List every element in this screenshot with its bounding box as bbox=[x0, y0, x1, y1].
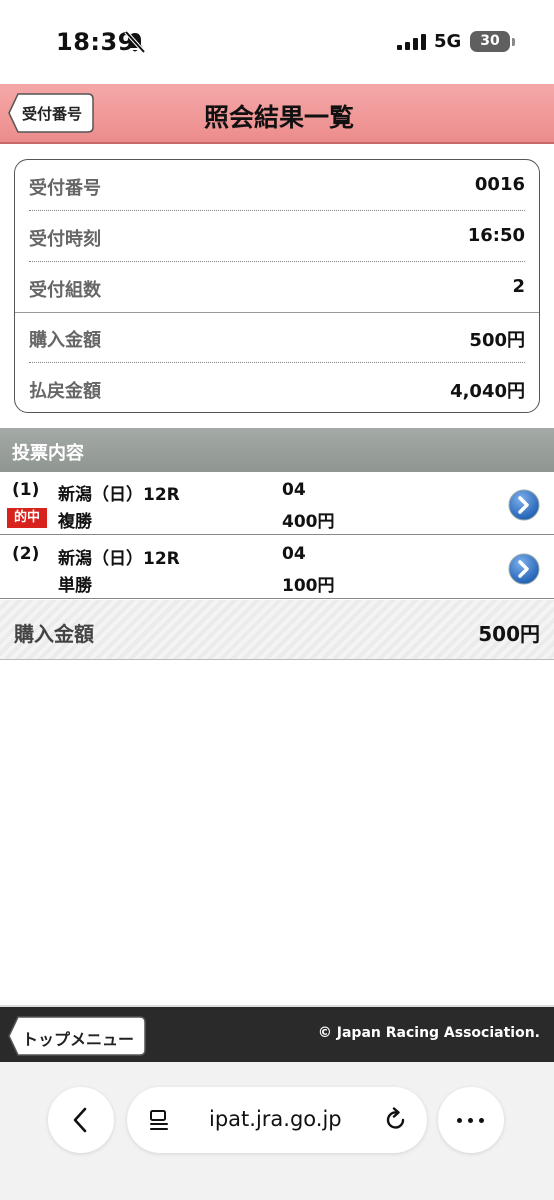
summary-row-set-count: 受付組数 2 bbox=[29, 262, 525, 312]
reload-icon[interactable] bbox=[383, 1107, 409, 1133]
summary-label: 払戻金額 bbox=[29, 381, 101, 402]
more-dot-icon bbox=[479, 1118, 484, 1123]
summary-label: 受付番号 bbox=[29, 178, 101, 199]
section-header: 投票内容 bbox=[0, 428, 554, 472]
more-dot-icon bbox=[457, 1118, 462, 1123]
bet-type: 複勝 bbox=[58, 512, 92, 532]
bet-number: (1) bbox=[12, 480, 40, 500]
hit-badge: 的中 bbox=[7, 508, 47, 528]
network-type: 5G bbox=[434, 31, 462, 52]
summary-label: 購入金額 bbox=[29, 330, 101, 351]
bet-type: 単勝 bbox=[58, 576, 92, 596]
summary-value: 4,040円 bbox=[450, 381, 525, 402]
status-bar: 18:39 5G 30 bbox=[0, 0, 554, 84]
browser-toolbar: ipat.jra.go.jp bbox=[0, 1062, 554, 1200]
footer: トップメニュー © Japan Racing Association. bbox=[0, 1005, 554, 1062]
chevron-left-icon bbox=[73, 1107, 87, 1133]
address-bar[interactable]: ipat.jra.go.jp bbox=[127, 1087, 427, 1153]
summary-value: 2 bbox=[512, 276, 525, 297]
bell-muted-icon bbox=[124, 30, 146, 54]
summary-row-purchase-amount: 購入金額 500円 bbox=[29, 312, 525, 362]
page-title: 照会結果一覧 bbox=[203, 103, 354, 132]
copyright-text: © Japan Racing Association. bbox=[317, 1025, 540, 1041]
bet-amount: 400円 bbox=[282, 512, 335, 532]
more-menu-button[interactable] bbox=[438, 1087, 504, 1153]
chevron-right-circle-icon[interactable] bbox=[508, 489, 540, 521]
signal-icon bbox=[397, 34, 426, 50]
url-text: ipat.jra.go.jp bbox=[209, 1107, 342, 1131]
bet-row[interactable]: (2) 新潟（日）12R 単勝 04 100円 bbox=[0, 536, 554, 599]
page-header: 受付番号 照会結果一覧 bbox=[0, 84, 554, 144]
bet-horse-number: 04 bbox=[282, 480, 306, 500]
summary-value: 16:50 bbox=[467, 225, 525, 246]
top-menu-label: トップメニュー bbox=[22, 1030, 135, 1049]
bet-amount: 100円 bbox=[282, 576, 335, 596]
page-menu-icon bbox=[150, 1110, 168, 1130]
summary-row-receipt-no: 受付番号 0016 bbox=[29, 160, 525, 210]
browser-back-button[interactable] bbox=[48, 1087, 114, 1153]
more-dot-icon bbox=[468, 1118, 473, 1123]
summary-value: 0016 bbox=[474, 174, 525, 195]
bet-number: (2) bbox=[12, 544, 40, 564]
bet-venue: 新潟（日）12R bbox=[58, 485, 180, 505]
total-bar: 購入金額 500円 bbox=[0, 600, 554, 660]
battery-icon: 30 bbox=[470, 31, 510, 52]
section-title: 投票内容 bbox=[12, 443, 84, 464]
bet-venue: 新潟（日）12R bbox=[58, 549, 180, 569]
summary-value: 500円 bbox=[469, 330, 525, 351]
total-label: 購入金額 bbox=[14, 622, 94, 646]
total-value: 500円 bbox=[478, 622, 540, 646]
chevron-right-circle-icon[interactable] bbox=[508, 553, 540, 585]
bet-horse-number: 04 bbox=[282, 544, 306, 564]
battery-nub bbox=[512, 38, 515, 46]
summary-row-payout-amount: 払戻金額 4,040円 bbox=[29, 363, 525, 413]
bet-row[interactable]: (1) 新潟（日）12R 的中 複勝 04 400円 bbox=[0, 472, 554, 535]
top-menu-button[interactable]: トップメニュー bbox=[8, 1016, 146, 1056]
summary-card: 受付番号 0016 受付時刻 16:50 受付組数 2 購入金額 500円 払戻… bbox=[14, 159, 540, 413]
summary-label: 受付組数 bbox=[29, 280, 101, 301]
summary-row-receipt-time: 受付時刻 16:50 bbox=[29, 211, 525, 261]
summary-label: 受付時刻 bbox=[29, 229, 101, 250]
